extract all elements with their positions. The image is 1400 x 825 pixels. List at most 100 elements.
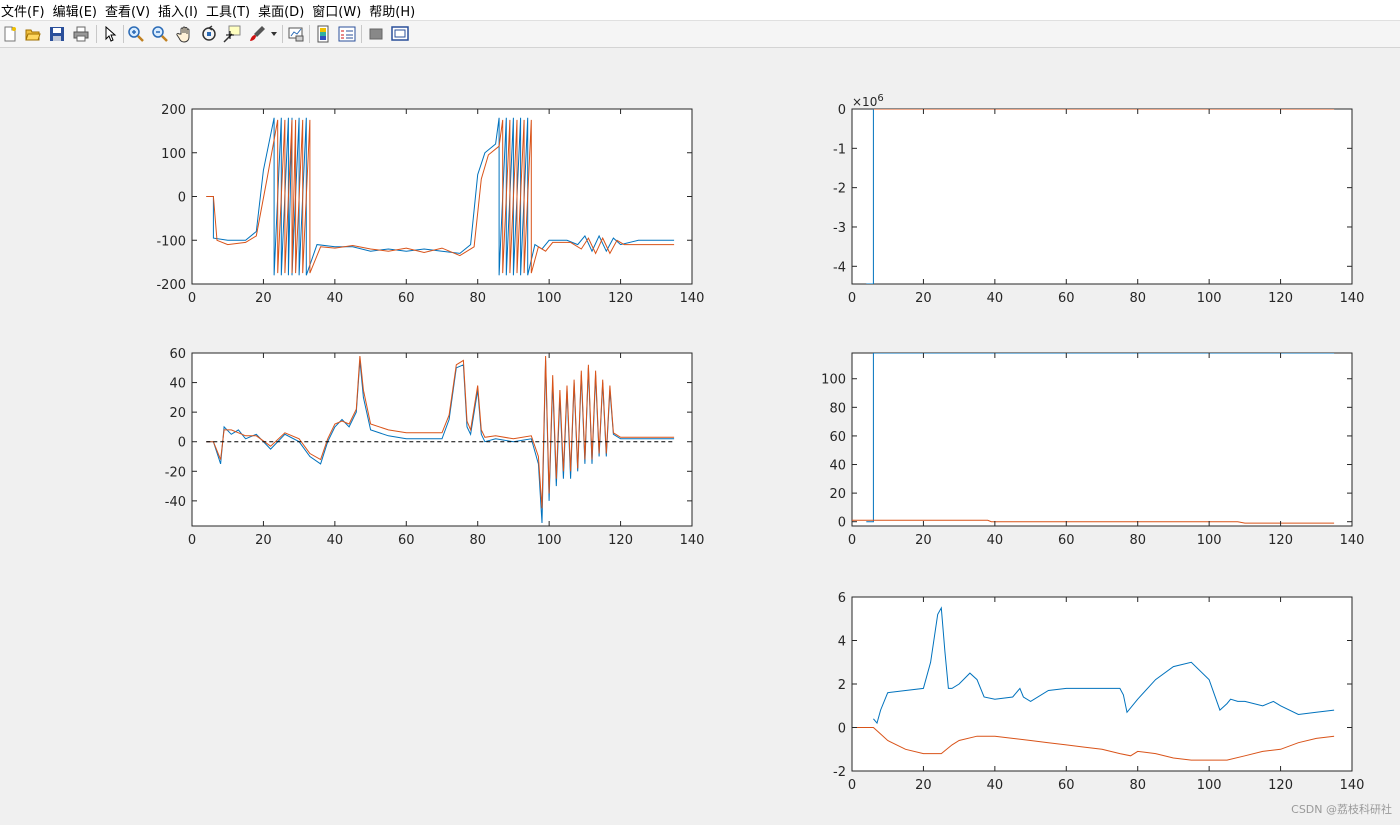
- y-tick-label: -40: [165, 495, 186, 510]
- x-tick-label: 0: [848, 291, 856, 306]
- hide-plot-tools-icon[interactable]: [366, 24, 386, 44]
- data-cursor-icon[interactable]: [222, 24, 242, 44]
- menu-help[interactable]: 帮助(H): [367, 1, 417, 20]
- x-tick-label: 0: [188, 291, 196, 306]
- x-tick-label: 20: [255, 533, 272, 548]
- y-tick-label: 0: [178, 436, 186, 451]
- y-tick-label: 0: [838, 722, 846, 737]
- y-tick-label: 200: [161, 103, 186, 118]
- x-tick-label: 60: [1058, 533, 1075, 548]
- y-tick-label: 20: [829, 487, 846, 502]
- x-tick-label: 100: [537, 291, 562, 306]
- pan-hand-icon[interactable]: [175, 24, 195, 44]
- x-tick-label: 80: [469, 291, 486, 306]
- colorbar-icon[interactable]: [313, 24, 333, 44]
- y-tick-label: 0: [838, 516, 846, 531]
- x-tick-label: 80: [1129, 778, 1146, 793]
- menu-insert[interactable]: 插入(I): [156, 1, 200, 20]
- toolbar: [0, 20, 1400, 48]
- x-tick-label: 20: [915, 533, 932, 548]
- toolbar-separator: [309, 25, 310, 43]
- zoom-in-icon[interactable]: [126, 24, 146, 44]
- subplots-svg: 0 20 40 60 80 100 120 140-200-10001002000 20 40 60…: [156, 93, 1365, 793]
- x-tick-label: 120: [1268, 533, 1293, 548]
- y-tick-label: -1: [833, 142, 846, 157]
- x-tick-label: 120: [608, 291, 633, 306]
- y-tick-label: 0: [838, 103, 846, 118]
- x-tick-label: 140: [1340, 291, 1365, 306]
- y-tick-label: 0: [178, 191, 186, 206]
- x-tick-label: 40: [987, 778, 1004, 793]
- y-tick-label: -100: [156, 234, 186, 249]
- x-tick-label: 80: [1129, 291, 1146, 306]
- x-tick-label: 100: [1197, 533, 1222, 548]
- subplot-4: 0 20 40 60 80 100 120 140 0 20 40 60 80 100: [821, 352, 1365, 548]
- x-tick-label: 20: [915, 291, 932, 306]
- y-tick-label: -2: [833, 182, 846, 197]
- y-tick-label: 20: [169, 406, 186, 421]
- x-tick-label: 60: [398, 291, 415, 306]
- pointer-arrow-icon[interactable]: [100, 24, 120, 44]
- y-tick-label: 100: [821, 373, 846, 388]
- y-tick-label: 40: [829, 459, 846, 474]
- x-tick-label: 20: [255, 291, 272, 306]
- rotate-3d-icon[interactable]: [199, 24, 219, 44]
- x-tick-label: 0: [848, 778, 856, 793]
- menu-edit[interactable]: 编辑(E): [51, 1, 99, 20]
- toolbar-separator: [123, 25, 124, 43]
- x-tick-label: 140: [680, 533, 705, 548]
- axes-box: [851, 596, 1353, 772]
- brush-icon[interactable]: [247, 24, 267, 44]
- y-tick-label: 6: [838, 591, 846, 606]
- x-tick-label: 120: [1268, 291, 1293, 306]
- x-tick-label: 140: [1340, 533, 1365, 548]
- x-tick-label: 80: [1129, 533, 1146, 548]
- x-tick-label: 60: [1058, 778, 1075, 793]
- x-tick-label: 40: [327, 533, 344, 548]
- new-figure-icon[interactable]: [0, 24, 20, 44]
- y-tick-label: -3: [833, 221, 846, 236]
- legend-icon[interactable]: [337, 24, 357, 44]
- x-tick-label: 80: [469, 533, 486, 548]
- watermark: CSDN @荔枝科研社: [1291, 803, 1392, 816]
- menu-window[interactable]: 窗口(W): [310, 1, 363, 20]
- x-tick-label: 60: [1058, 291, 1075, 306]
- x-tick-label: 0: [188, 533, 196, 548]
- x-tick-label: 120: [608, 533, 633, 548]
- axis-exponent-label: ×106: [852, 93, 884, 109]
- axes-box: [191, 108, 693, 285]
- toolbar-separator: [282, 25, 283, 43]
- y-tick-label: 2: [838, 678, 846, 693]
- zoom-out-icon[interactable]: [150, 24, 170, 44]
- link-plot-icon[interactable]: [286, 24, 306, 44]
- toolbar-separator: [96, 25, 97, 43]
- print-icon[interactable]: [71, 24, 91, 44]
- x-tick-label: 120: [1268, 778, 1293, 793]
- menu-view[interactable]: 查看(V): [103, 1, 152, 20]
- menu-desktop[interactable]: 桌面(D): [256, 1, 306, 20]
- menu-tools[interactable]: 工具(T): [204, 1, 252, 20]
- x-tick-label: 100: [1197, 291, 1222, 306]
- brush-dropdown-chevron-down-icon[interactable]: [268, 24, 280, 44]
- y-tick-label: -4: [833, 260, 846, 275]
- open-file-icon[interactable]: [23, 24, 43, 44]
- x-tick-label: 140: [1340, 778, 1365, 793]
- subplot-1: 0 20 40 60 80 100 120 140 -200 -100 0 100 200: [156, 103, 704, 306]
- show-plot-tools-icon[interactable]: [390, 24, 410, 44]
- save-icon[interactable]: [47, 24, 67, 44]
- y-tick-label: 60: [169, 347, 186, 362]
- axes-box: [851, 108, 1353, 285]
- x-tick-label: 0: [848, 533, 856, 548]
- y-tick-label: -2: [833, 765, 846, 780]
- y-tick-label: 60: [829, 430, 846, 445]
- menu-bar: 文件(F) 编辑(E) 查看(V) 插入(I) 工具(T) 桌面(D) 窗口(W…: [0, 0, 1400, 20]
- subplot-2: 0 20 40 60 80 100 120 140 -4 -3 -2 -1 0 ×106: [833, 93, 1364, 306]
- subplot-3: 0 20 40 60 80 100 120 140 -40 -20 0 20 40 60: [165, 347, 705, 548]
- y-tick-label: 100: [161, 147, 186, 162]
- x-tick-label: 100: [1197, 778, 1222, 793]
- x-tick-label: 100: [537, 533, 562, 548]
- menu-file[interactable]: 文件(F): [0, 1, 47, 20]
- y-tick-label: -20: [165, 465, 186, 480]
- x-tick-label: 40: [987, 291, 1004, 306]
- y-tick-label: 80: [829, 401, 846, 416]
